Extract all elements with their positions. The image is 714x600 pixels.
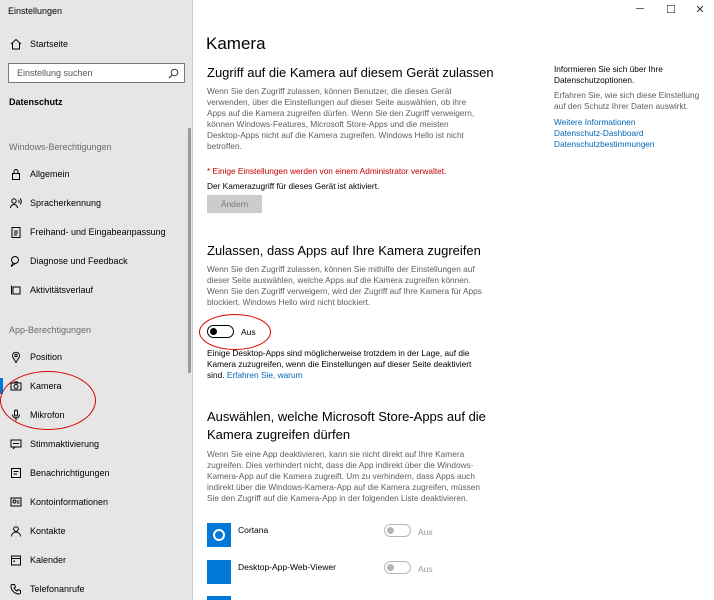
home-label: Startseite	[30, 39, 69, 49]
sidebar-item-label: Kalender	[30, 555, 67, 565]
device-access-status: Der Kamerazugriff für dieses Gerät ist a…	[207, 181, 380, 191]
toggle-knob	[387, 527, 394, 534]
privacy-effect-text: Erfahren Sie, wie sich diese Einstellung…	[554, 90, 700, 111]
app-icon	[207, 596, 231, 600]
app-name: Desktop-App-Web-Viewer	[238, 562, 336, 572]
location-icon	[12, 351, 20, 363]
sidebar: Einstellungen Startseite Einstellung suc…	[0, 0, 193, 600]
voice-activation-icon	[10, 439, 22, 450]
search-input[interactable]: Einstellung suchen	[8, 63, 185, 83]
section1-description: Wenn Sie den Zugriff zulassen, können Be…	[207, 86, 475, 151]
page-title: Kamera	[206, 34, 266, 53]
clipboard-icon	[11, 227, 21, 238]
sidebar-item-freihand[interactable]: Freihand- und Eingabeanpassung	[0, 221, 186, 243]
speech-icon	[10, 198, 22, 209]
sidebar-item-label: Spracherkennung	[30, 198, 102, 208]
section3-heading: Auswählen, welche Microsoft Store-Apps a…	[207, 409, 486, 442]
cortana-ring	[213, 529, 225, 541]
sidebar-item-telefonanrufe[interactable]: Telefonanrufe	[0, 578, 186, 600]
notification-icon	[11, 468, 21, 478]
app-row-cortana: Cortana	[207, 523, 477, 547]
more-info-link[interactable]: Weitere Informationen	[554, 117, 709, 128]
contacts-icon	[11, 526, 21, 537]
apps-camera-access-toggle[interactable]	[207, 325, 234, 338]
camera-icon	[10, 381, 22, 391]
toggle-state-label: Aus	[241, 327, 256, 337]
sidebar-item-label: Position	[30, 352, 63, 362]
activity-history-icon	[11, 285, 21, 295]
account-info-icon	[10, 497, 22, 507]
app-row-desktop-web-viewer: Desktop-App-Web-Viewer	[207, 560, 477, 584]
sidebar-item-label: Aktivitätsverlauf	[30, 285, 94, 295]
sidebar-item-label: Telefonanrufe	[30, 584, 85, 594]
sidebar-item-label: Kontakte	[30, 526, 66, 536]
app-name: Cortana	[238, 525, 269, 535]
desktop-apps-note: Einige Desktop-Apps sind möglicherweise …	[207, 348, 482, 381]
toggle-knob	[210, 328, 217, 335]
search-icon[interactable]	[168, 68, 179, 79]
section2-description: Wenn Sie den Zugriff zulassen, können Si…	[207, 264, 482, 307]
sidebar-item-label: Kamera	[30, 381, 62, 391]
privacy-statement-link[interactable]: Datenschutzbestimmungen	[554, 139, 709, 150]
sidebar-item-label: Kontoinformationen	[30, 497, 109, 507]
toggle-knob	[387, 564, 394, 571]
microphone-icon	[12, 409, 20, 421]
active-indicator	[0, 378, 3, 394]
app-title: Einstellungen	[8, 6, 63, 16]
sidebar-scrollbar[interactable]	[188, 128, 191, 373]
search-placeholder: Einstellung suchen	[17, 68, 93, 78]
phone-icon	[10, 584, 21, 595]
sidebar-item-benachrichtigungen[interactable]: Benachrichtigungen	[0, 462, 186, 484]
desktop-web-viewer-toggle[interactable]	[384, 561, 411, 574]
sidebar-item-position[interactable]: Position	[0, 346, 186, 368]
sidebar-item-kontoinformationen[interactable]: Kontoinformationen	[0, 491, 186, 513]
section2-heading: Zulassen, dass Apps auf Ihre Kamera zugr…	[207, 243, 481, 258]
home-button[interactable]: Startseite	[0, 34, 192, 56]
home-icon	[10, 38, 22, 50]
sidebar-item-label: Diagnose und Feedback	[30, 256, 128, 266]
lock-icon	[12, 169, 20, 180]
category-title: Datenschutz	[9, 97, 63, 107]
sidebar-item-aktivitaetsverlauf[interactable]: Aktivitätsverlauf	[0, 279, 186, 301]
cortana-icon	[207, 523, 231, 547]
sidebar-item-diagnose[interactable]: Diagnose und Feedback	[0, 250, 186, 272]
change-button[interactable]: Ändern	[207, 195, 262, 213]
privacy-options-text: Informieren Sie sich über Ihre Datenschu…	[554, 64, 663, 85]
cortana-toggle-label: Aus	[418, 527, 433, 537]
admin-warning: * Einige Einstellungen werden von einem …	[207, 166, 447, 176]
section1-heading: Zugriff auf die Kamera auf diesem Gerät …	[207, 65, 494, 80]
sidebar-item-label: Freihand- und Eingabeanpassung	[30, 227, 166, 237]
sidebar-item-label: Benachrichtigungen	[30, 468, 110, 478]
group-title-apps: App-Berechtigungen	[9, 325, 92, 335]
sidebar-item-stimmaktivierung[interactable]: Stimmaktivierung	[0, 433, 186, 455]
sidebar-item-label: Stimmaktivierung	[30, 439, 100, 449]
desktop-app-web-viewer-icon	[207, 560, 231, 584]
sidebar-item-mikrofon[interactable]: Mikrofon	[0, 404, 186, 426]
sidebar-item-kamera[interactable]: Kamera	[0, 375, 186, 397]
main-content: Kamera Zugriff auf die Kamera auf diesem…	[194, 0, 714, 600]
sidebar-item-spracherkennung[interactable]: Spracherkennung	[0, 192, 186, 214]
privacy-dashboard-link[interactable]: Datenschutz-Dashboard	[554, 128, 709, 139]
calendar-icon	[11, 555, 21, 566]
feedback-icon	[10, 256, 19, 267]
section3-description: Wenn Sie eine App deaktivieren, kann sie…	[207, 449, 481, 503]
sidebar-item-kontakte[interactable]: Kontakte	[0, 520, 186, 542]
sidebar-item-label: Mikrofon	[30, 410, 65, 420]
app-row-partial	[207, 596, 477, 600]
sidebar-item-label: Allgemein	[30, 169, 70, 179]
desktop-web-viewer-toggle-label: Aus	[418, 564, 433, 574]
sidebar-item-kalender[interactable]: Kalender	[0, 549, 186, 571]
learn-why-link[interactable]: Erfahren Sie, warum	[227, 370, 303, 380]
group-title-windows: Windows-Berechtigungen	[9, 142, 112, 152]
sidebar-item-allgemein[interactable]: Allgemein	[0, 163, 186, 185]
cortana-toggle[interactable]	[384, 524, 411, 537]
